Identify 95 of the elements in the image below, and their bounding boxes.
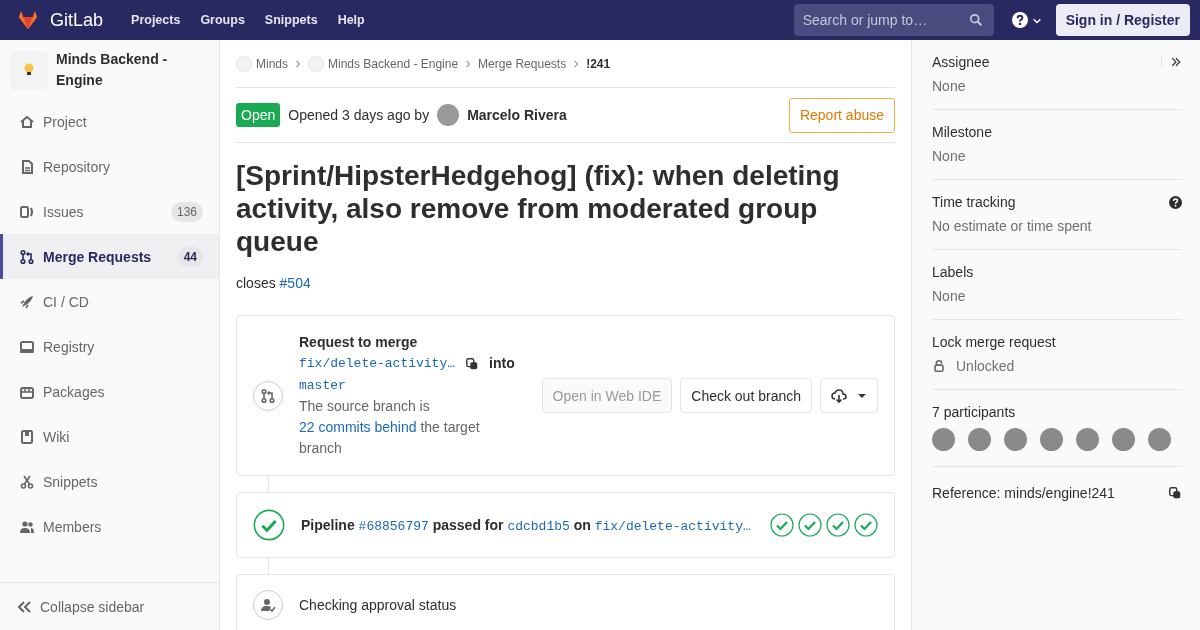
approval-status-text: Checking approval status bbox=[299, 597, 457, 613]
into-text: into bbox=[489, 354, 515, 373]
search-field[interactable]: Search or jump to… bbox=[793, 4, 994, 36]
help-icon bbox=[1011, 12, 1028, 28]
merge-heading: Request to merge bbox=[299, 333, 419, 352]
merge-icon bbox=[19, 248, 35, 265]
users-icon bbox=[19, 518, 35, 535]
check-circle-icon[interactable] bbox=[798, 513, 822, 537]
sidebar-block-title: Milestone bbox=[932, 124, 992, 140]
project-name[interactable]: Minds Backend - Engine bbox=[56, 49, 209, 91]
sign-in-button[interactable]: Sign in / Register bbox=[1055, 4, 1190, 36]
sidebar-block-value: None bbox=[932, 78, 966, 94]
sidebar-item[interactable]: CI / CD bbox=[0, 279, 219, 324]
participant-avatar[interactable] bbox=[1148, 428, 1171, 451]
breadcrumb-current[interactable]: !241 bbox=[586, 56, 611, 71]
sidebar-item[interactable]: Merge Requests 44 bbox=[0, 234, 219, 279]
check-circle-icon[interactable] bbox=[826, 513, 850, 537]
participant-avatar[interactable] bbox=[932, 428, 955, 451]
author-avatar[interactable] bbox=[437, 104, 460, 126]
sidebar-item[interactable]: Repository bbox=[0, 144, 219, 189]
description-text: closes #504 bbox=[236, 275, 312, 291]
gitlab-logo-icon bbox=[16, 9, 40, 31]
sidebar-item[interactable]: Packages bbox=[0, 369, 219, 414]
participant-avatar[interactable] bbox=[1076, 428, 1099, 451]
participants-title: 7 participants bbox=[932, 404, 1016, 420]
help-icon bbox=[1169, 195, 1182, 209]
sidebar-block-title: Assignee bbox=[932, 54, 990, 70]
chevron-right-icon bbox=[464, 58, 473, 69]
collapse-sidebar-button[interactable]: Collapse sidebar bbox=[0, 582, 219, 630]
breadcrumb-link[interactable]: Minds Backend - Engine bbox=[308, 55, 459, 72]
sidebar-item[interactable]: Wiki bbox=[0, 414, 219, 459]
breadcrumb-link[interactable]: Merge Requests bbox=[478, 56, 567, 71]
help-menu[interactable] bbox=[1011, 12, 1042, 28]
count-badge: 44 bbox=[177, 246, 203, 267]
unlocked-padlock-icon bbox=[932, 359, 946, 373]
user-check-icon bbox=[260, 597, 276, 613]
branch-link[interactable]: fix/delete-activity… bbox=[594, 518, 751, 534]
opened-text: Opened 3 days ago by bbox=[288, 107, 430, 123]
count-badge: 136 bbox=[170, 201, 203, 222]
search-icon bbox=[968, 13, 983, 27]
chevron-right-icon bbox=[294, 58, 302, 69]
report-abuse-button[interactable]: Report abuse bbox=[788, 97, 895, 133]
chevron-right-icon bbox=[572, 58, 581, 69]
sidebar-block-value: No estimate or time spent bbox=[932, 218, 1092, 234]
merge-request-title: [Sprint/HipsterHedgehog] (fix): when deleting activity, also remove from moderated group queue bbox=[236, 159, 841, 258]
target-branch-link[interactable]: master bbox=[299, 378, 346, 393]
nav-link[interactable]: Groups bbox=[200, 13, 245, 27]
nav-link[interactable]: Projects bbox=[131, 13, 181, 27]
sidebar-block-value: None bbox=[932, 288, 966, 304]
branch-behind-text: The source branch is 22 commits behind the target branch bbox=[299, 397, 481, 458]
participant-avatar[interactable] bbox=[1112, 428, 1135, 451]
commits-behind-link[interactable]: 22 commits behind bbox=[299, 419, 417, 435]
source-branch-link[interactable]: fix/delete-activity… bbox=[299, 353, 456, 374]
pipeline-link[interactable]: #68856797 bbox=[358, 518, 429, 534]
commit-link[interactable]: cdcbd1b5 bbox=[507, 518, 570, 534]
home-icon bbox=[19, 113, 35, 130]
sidebar-item[interactable]: Project bbox=[0, 99, 219, 144]
check-circle-icon[interactable] bbox=[770, 513, 794, 537]
participant-avatar[interactable] bbox=[1004, 428, 1027, 451]
registry-icon bbox=[19, 338, 35, 355]
breadcrumb-link[interactable]: Minds bbox=[236, 55, 288, 72]
branch-action-button[interactable]: Check out branch bbox=[680, 378, 812, 413]
merge-request-icon bbox=[260, 387, 276, 404]
sidebar-block-title: Lock merge request bbox=[932, 334, 1056, 350]
participant-avatar[interactable] bbox=[1040, 428, 1063, 451]
author-link[interactable]: Marcelo Rivera bbox=[467, 107, 567, 123]
sidebar-item[interactable]: Snippets bbox=[0, 459, 219, 504]
double-chevron-left-icon bbox=[16, 598, 32, 615]
sidebar-block-title: Time tracking bbox=[932, 194, 1016, 210]
copy-icon bbox=[1168, 486, 1182, 500]
check-circle-icon[interactable] bbox=[253, 509, 285, 541]
sidebar-item[interactable]: Issues 136 bbox=[0, 189, 219, 234]
rocket-icon bbox=[19, 293, 35, 310]
sidebar-block-title: Labels bbox=[932, 264, 974, 280]
reference-text: Reference: minds/engine!241 bbox=[932, 485, 1115, 501]
sidebar-item[interactable]: Registry bbox=[0, 324, 219, 369]
sidebar-item[interactable]: Members bbox=[0, 504, 219, 549]
issues-icon bbox=[19, 203, 35, 220]
nav-link[interactable]: Help bbox=[337, 13, 365, 27]
gitlab-wordmark: GitLab bbox=[50, 9, 104, 31]
issue-link[interactable]: #504 bbox=[279, 275, 311, 291]
book-icon bbox=[19, 428, 35, 445]
double-chevron-right-icon bbox=[1170, 56, 1182, 68]
doc-icon bbox=[19, 158, 35, 175]
scissors-icon bbox=[19, 473, 35, 490]
nav-link[interactable]: Snippets bbox=[264, 13, 318, 27]
sidebar-block-value: Unlocked bbox=[956, 358, 1015, 374]
copy-icon bbox=[465, 356, 480, 371]
status-badge: Open bbox=[236, 103, 281, 127]
pipeline-text: Pipeline #68856797 passed for cdcbd1b5 on fix/delete-activity… bbox=[301, 516, 752, 534]
check-circle-icon[interactable] bbox=[854, 513, 878, 537]
download-dropdown-button[interactable] bbox=[820, 378, 878, 413]
cloud-download-icon bbox=[831, 387, 847, 404]
sidebar-block-value: None bbox=[932, 148, 966, 164]
participant-avatar[interactable] bbox=[968, 428, 991, 451]
